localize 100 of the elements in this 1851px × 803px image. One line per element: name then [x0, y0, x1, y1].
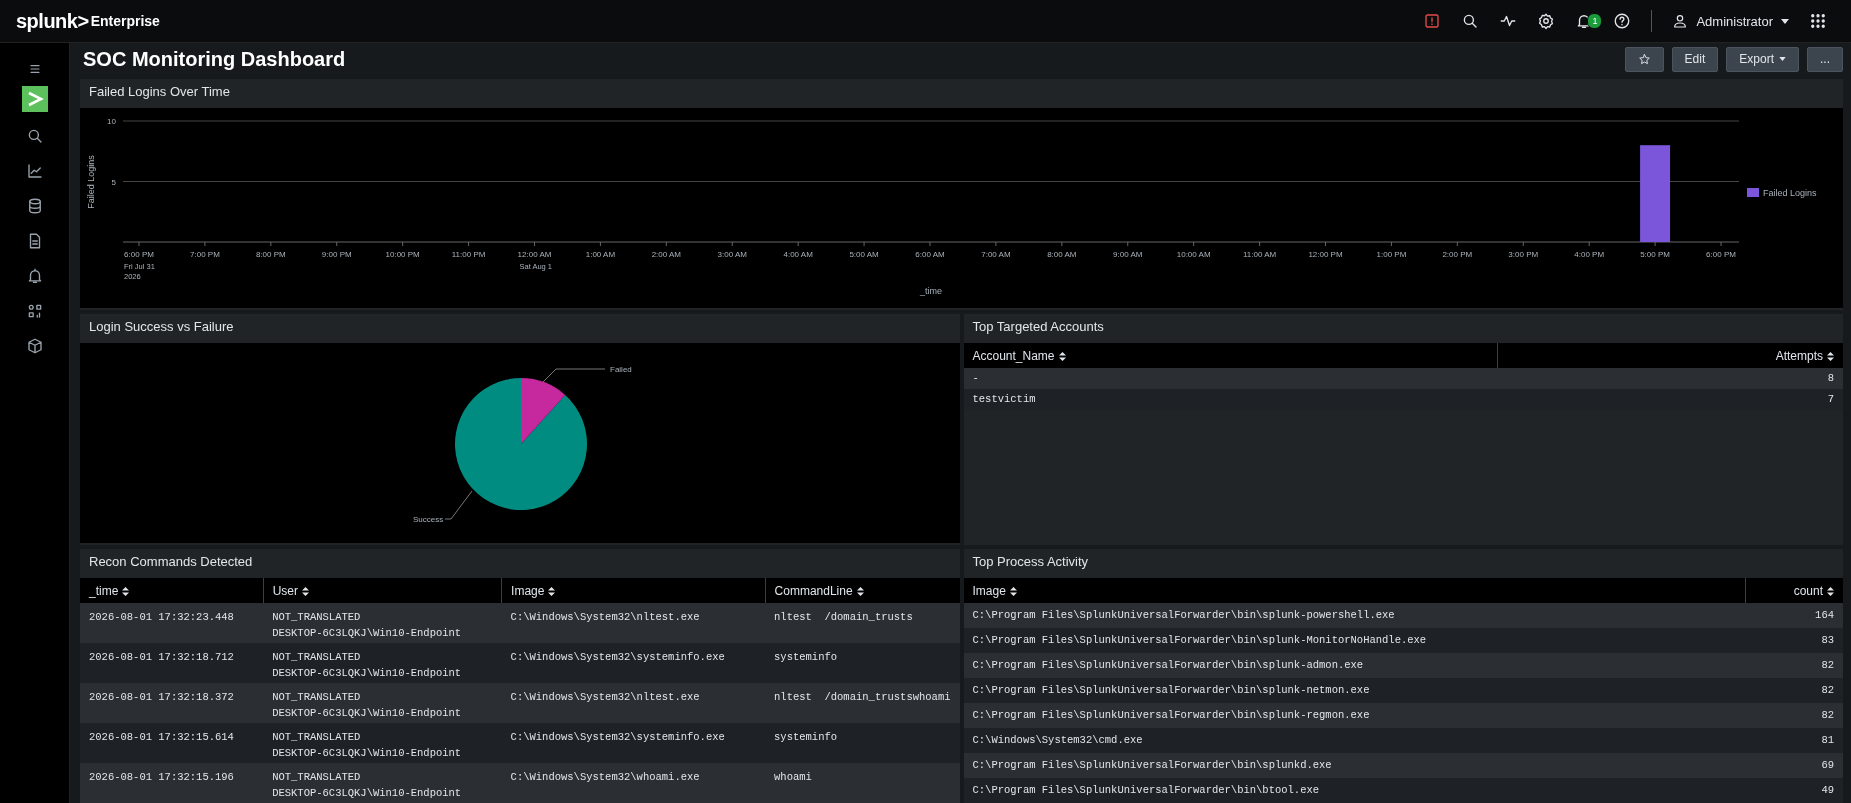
sort-icon [548, 586, 556, 596]
gear-icon [1537, 12, 1556, 30]
axis-label: 8:00 PM [255, 250, 286, 259]
axis-label: 3:00 PM [1508, 250, 1539, 259]
star-icon [1637, 52, 1651, 66]
caret-icon [1781, 18, 1789, 24]
table-cell: 2026-08-01 17:32:18.372 [80, 683, 264, 723]
axis-label: 5:00 AM [849, 250, 879, 259]
table-cell: C:\Program Files\SplunkUniversalForwarder\bin\splunk-regmon.exe [963, 703, 1746, 728]
sort-icon [1058, 351, 1066, 361]
axis-label: 6:00 PM [124, 250, 154, 259]
table-cell: 83 [1745, 628, 1843, 653]
slice-label: Failed [610, 365, 632, 374]
logo-icon[interactable] [21, 86, 48, 112]
axis-label: 2:00 PM [1442, 250, 1473, 259]
help-icon [1613, 12, 1632, 30]
axis-label: 11:00 AM [1242, 250, 1277, 259]
table-cell: C:\Windows\System32\nltest.exe [501, 683, 766, 723]
logo-text[interactable]: splunk> [16, 9, 89, 33]
axis-label: 4:00 AM [783, 250, 813, 259]
axis-label: 6:00 PM [1706, 250, 1736, 259]
table-cell: - [963, 368, 1497, 389]
table-cell: C:\Windows\System32\systeminfo.exe [501, 643, 766, 683]
export-button[interactable]: Export [1726, 46, 1799, 72]
column-header[interactable]: User [263, 578, 502, 603]
axis-title: Failed Logins [86, 155, 96, 209]
column-header[interactable]: CommandLine [765, 578, 960, 603]
dashboard-title: SOC Monitoring Dashboard [82, 47, 347, 71]
user-menu[interactable]: Administrator [1662, 0, 1799, 43]
axis-label: 9:00 AM [1113, 250, 1143, 259]
more-button[interactable]: ... [1807, 46, 1843, 72]
table-cell: 2026-08-01 17:32:23.448 [80, 603, 264, 643]
panel-title: Top Targeted Accounts [971, 318, 1105, 336]
axis-label: 1:00 PM [1376, 250, 1407, 259]
column-header[interactable]: Image [963, 578, 1746, 603]
axis-label: 8:00 AM [1047, 250, 1077, 259]
table-cell: C:\Program Files\SplunkUniversalForwarder\bin\splunk-MonitorNoHandle.exe [963, 628, 1746, 653]
table-cell: 81 [1745, 728, 1843, 753]
legend-label: Failed Logins [1763, 188, 1817, 198]
axis-title: _time [920, 286, 942, 296]
axis-label: 3:00 AM [717, 250, 747, 259]
favorite-button[interactable] [1624, 46, 1664, 72]
user-icon [1672, 13, 1689, 29]
panel-title: Recon Commands Detected [88, 553, 254, 571]
table-cell: 82 [1745, 703, 1843, 728]
column-header[interactable]: count [1745, 578, 1843, 603]
line-chart-icon [25, 161, 44, 180]
table-cell: C:\Windows\System32\whoami.exe [501, 763, 766, 803]
table-cell: C:\Windows\System32\systeminfo.exe [501, 723, 766, 763]
axis-label: 11:00 PM [451, 250, 486, 259]
table-cell: 8 [1497, 368, 1843, 389]
panel-title: Failed Logins Over Time [88, 83, 231, 101]
table-cell: C:\Program Files\SplunkUniversalForwarder\bin\splunk-admon.exe [963, 653, 1746, 678]
table-cell: C:\Program Files\SplunkUniversalForwarder\bin\splunk-netmon.exe [963, 678, 1746, 703]
table-cell: 164 [1745, 603, 1843, 628]
notifications-button[interactable]: 1 [1565, 0, 1604, 43]
grid-icon [1809, 12, 1827, 30]
axis-label: 12:00 AM [517, 250, 552, 259]
axis-label: 5 [111, 177, 116, 187]
axis-label: 10:00 PM [385, 250, 420, 259]
sort-icon [302, 586, 309, 596]
notification-badge: 1 [1587, 12, 1603, 29]
axis-label: 12:00 PM [1308, 250, 1343, 259]
column-header[interactable]: _time [80, 578, 264, 603]
table-cell: NOT_TRANSLATED DESKTOP-6C3LQKJ\Win10-Endpoint [263, 603, 502, 643]
axis-label: 5:00 PM [1640, 250, 1670, 259]
table-cell: 69 [1745, 753, 1843, 778]
product-name: Enterprise [90, 13, 160, 29]
exclamation-icon [1423, 12, 1442, 30]
axis-label: 10 [107, 117, 116, 126]
leader-line [444, 490, 473, 520]
table-cell: C:\Program Files\SplunkUniversalForwarder\bin\splunk-powershell.exe [963, 603, 1746, 628]
column-header[interactable]: Attempts [1497, 343, 1843, 368]
panel-title: Login Success vs Failure [88, 318, 235, 336]
panel-title: Top Process Activity [971, 553, 1090, 571]
axis-label: 7:00 PM [190, 250, 220, 259]
sort-icon [1827, 351, 1834, 361]
table-cell: nltest /domain_trusts [765, 603, 960, 643]
axis-label: 4:00 PM [1574, 250, 1605, 259]
table-cell: NOT_TRANSLATED DESKTOP-6C3LQKJ\Win10-Endpoint [263, 763, 502, 803]
table-cell: 82 [1745, 653, 1843, 678]
column-header[interactable]: Account_Name [963, 343, 1497, 368]
table-cell: whoami [765, 763, 960, 803]
table-cell: 2026-08-01 17:32:18.712 [80, 643, 264, 683]
table-cell: 2026-08-01 17:32:15.196 [80, 763, 264, 803]
table-cell: 82 [1745, 678, 1843, 703]
column-header[interactable]: Image [501, 578, 766, 603]
slice-label: Success [413, 515, 444, 524]
table-cell: systeminfo [765, 643, 960, 683]
axis-label: 7:00 AM [981, 250, 1011, 259]
axis-label: 1:00 AM [585, 250, 616, 259]
sort-icon [856, 586, 864, 596]
table-cell: 2026-08-01 17:32:15.614 [80, 723, 264, 763]
sort-icon [122, 586, 130, 596]
table-cell: nltest /domain_trustswhoami [765, 683, 960, 723]
caret-icon [1779, 57, 1786, 61]
sort-icon [1009, 586, 1017, 596]
axis-label: 2:00 AM [651, 250, 681, 259]
table-cell: C:\Windows\System32\nltest.exe [501, 603, 766, 643]
edit-button[interactable]: Edit [1671, 46, 1719, 72]
